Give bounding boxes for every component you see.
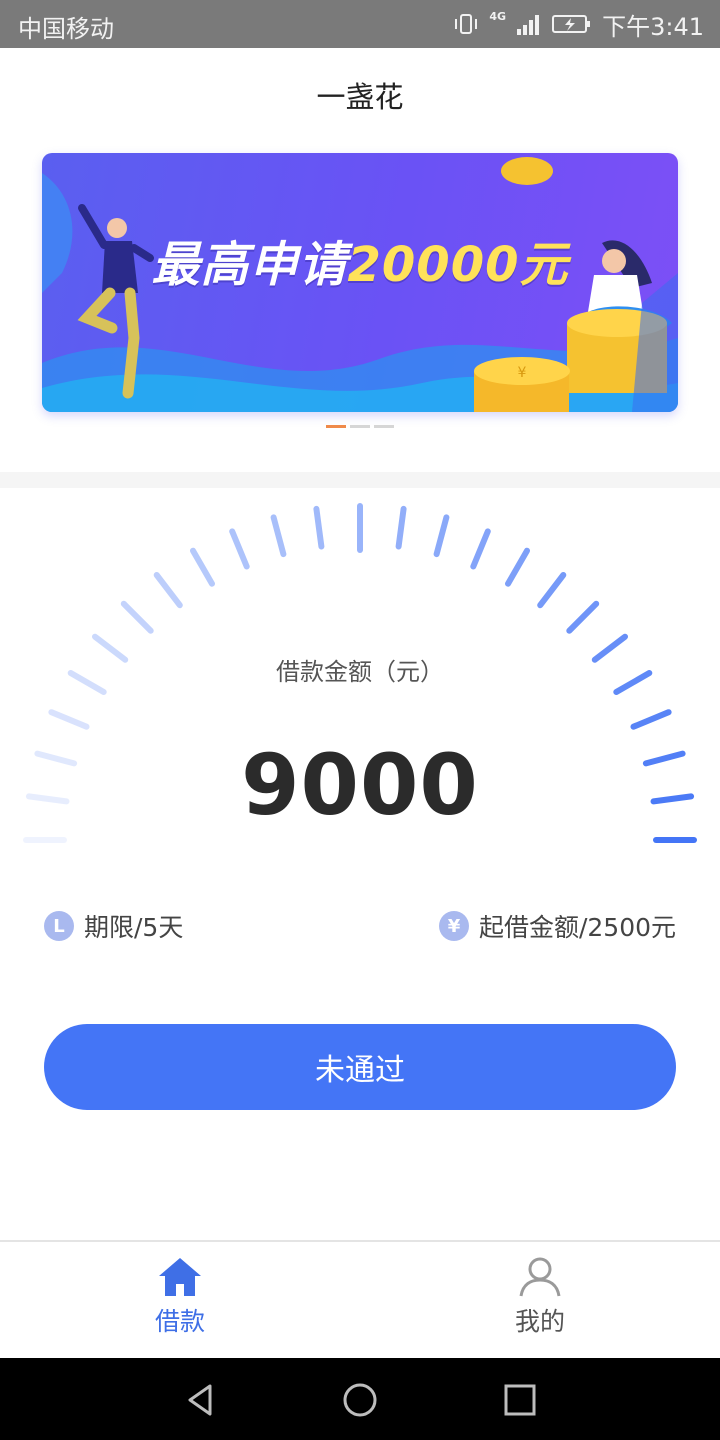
gauge-tick <box>566 600 600 634</box>
section-divider <box>0 472 720 488</box>
promo-banner[interactable]: ¥ 最高申请20000元 <box>42 153 678 412</box>
gauge-tick <box>190 547 215 587</box>
home-button[interactable] <box>338 1378 382 1422</box>
gauge-tick <box>120 600 154 634</box>
banner-headline-amount: 20000元 <box>347 237 569 293</box>
back-button[interactable] <box>178 1378 222 1422</box>
signal-icon <box>517 15 540 35</box>
loan-info-row: L 期限/5天 ¥ 起借金额/2500元 <box>44 908 676 948</box>
gauge-tick <box>630 709 672 730</box>
min-amount-info: ¥ 起借金额/2500元 <box>438 908 676 944</box>
banner-headline: 最高申请20000元 <box>42 225 678 295</box>
yuan-icon: ¥ <box>438 911 469 941</box>
amount-value: 9000 <box>241 736 479 834</box>
svg-text:¥: ¥ <box>518 365 527 381</box>
gauge-tick <box>313 505 325 550</box>
tab-mine[interactable]: 我的 <box>360 1242 720 1358</box>
carousel-dot[interactable] <box>350 425 370 428</box>
term-info: L 期限/5天 <box>44 908 183 944</box>
gauge-tick <box>153 572 183 609</box>
recents-button[interactable] <box>498 1378 542 1422</box>
gauge-tick <box>270 514 287 558</box>
tab-loan[interactable]: 借款 <box>0 1242 360 1358</box>
home-icon <box>159 1258 201 1296</box>
term-label: 期限/5天 <box>84 913 184 942</box>
gauge-tick <box>505 547 530 587</box>
tab-loan-label: 借款 <box>154 1307 205 1336</box>
gauge-tick <box>48 709 90 730</box>
back-icon <box>188 1384 212 1416</box>
min-amount-label: 起借金额/2500元 <box>478 913 676 942</box>
amount-label: 借款金额（元） <box>276 658 444 686</box>
gauge-tick <box>433 514 450 558</box>
page-title: 一盏花 <box>316 80 404 114</box>
user-icon <box>519 1257 561 1297</box>
status-bar: 中国移动 4G 下午3:41 <box>0 0 720 48</box>
carrier-name: 中国移动 <box>18 15 114 43</box>
gauge-tick <box>537 572 567 609</box>
status-time: 下午3:41 <box>602 12 704 41</box>
carousel-dot[interactable] <box>374 425 394 428</box>
gauge-tick <box>395 505 407 550</box>
gauge-tick <box>229 528 250 570</box>
carousel-dot[interactable] <box>326 425 346 428</box>
apply-status-button[interactable]: 未通过 <box>44 1024 676 1110</box>
network-type: 4G <box>489 10 507 23</box>
recents-icon <box>504 1384 536 1416</box>
vibrate-icon <box>455 14 478 34</box>
home-circle-icon <box>343 1383 377 1417</box>
bottom-tab-bar: 借款 我的 <box>0 1240 720 1358</box>
gauge-tick <box>470 528 491 570</box>
banner-headline-prefix: 最高申请 <box>151 237 348 293</box>
clock-icon: L <box>44 911 74 941</box>
app-header: 一盏花 <box>0 48 720 136</box>
tab-mine-label: 我的 <box>514 1307 565 1336</box>
system-nav-bar <box>0 1358 720 1440</box>
battery-icon <box>552 15 591 33</box>
status-icons: 4G 下午3:41 <box>453 8 704 41</box>
carousel-indicator <box>326 425 394 428</box>
